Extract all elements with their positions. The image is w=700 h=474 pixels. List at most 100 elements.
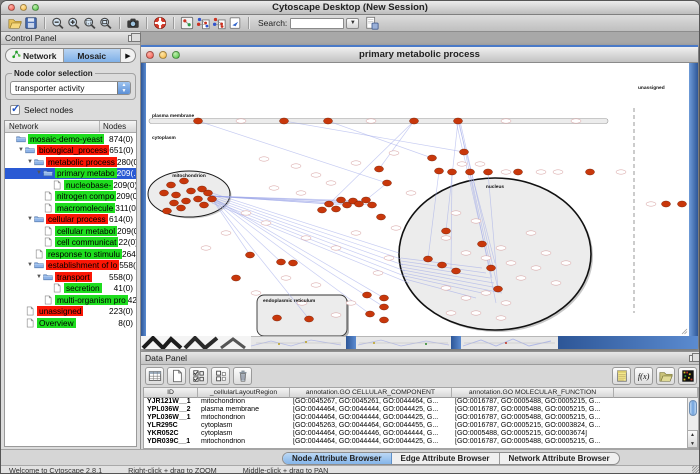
search-input[interactable] [290,18,344,29]
unselect-all-button[interactable] [211,367,230,385]
tree-item[interactable]: ▼establishment of lo558(0) [5,260,136,272]
tab-network-attribute-browser[interactable]: Network Attribute Browser [500,453,619,464]
node[interactable] [325,201,334,207]
node-label-chip[interactable] [553,170,563,174]
node-label-chip[interactable] [475,162,485,166]
table-column-header[interactable]: ID [144,388,198,398]
node-label-chip[interactable] [269,186,279,190]
import-attributes-button[interactable] [656,367,675,385]
tree-item[interactable]: cell communicat22(0) [5,237,136,249]
table-select-button[interactable] [145,367,164,385]
matrix-button[interactable] [678,367,697,385]
tree-item[interactable]: Overview8(0) [5,317,136,329]
node[interactable] [375,166,384,172]
node-label-chip[interactable] [389,151,399,155]
formula-button[interactable]: f(x) [634,367,653,385]
expand-triangle-icon[interactable]: ▼ [35,274,43,280]
network-canvas[interactable]: plasma membranecytoplasmmitochondrionnuc… [146,63,689,336]
table-row[interactable]: YJR121W__1mitochondrion[GO:0045267, GO:0… [144,398,698,406]
table-row[interactable]: YLR295Ccytoplasm[GO:0045263, GO:0044464,… [144,422,698,430]
expand-triangle-icon[interactable]: ▼ [26,159,34,165]
resize-grip[interactable] [692,466,700,474]
tree-item[interactable]: ▼cellular process614(0) [5,214,136,226]
node-label-chip[interactable] [516,276,526,280]
node[interactable] [662,201,671,207]
more-tabs-arrow[interactable]: ▶ [121,49,135,62]
node[interactable] [305,316,314,322]
node-label-chip[interactable] [331,313,341,317]
table-column-header[interactable]: _cellularLayoutRegion [198,388,290,398]
node[interactable] [410,118,419,124]
tree-item[interactable]: ▼biological_process651(0) [5,145,136,157]
node-label-chip[interactable] [471,311,481,315]
node[interactable] [435,168,444,174]
session-save-button[interactable] [364,16,380,31]
node-label-chip[interactable] [384,256,394,260]
node-label-chip[interactable] [571,119,581,123]
node-label-chip[interactable] [201,246,211,250]
plasma-membrane-region[interactable] [149,119,608,124]
node[interactable] [172,192,181,198]
tree-item[interactable]: multi-organism pro42(0) [5,294,136,306]
edge[interactable] [328,121,432,158]
column-header-network[interactable]: Network [5,121,100,132]
help-button[interactable] [152,16,168,31]
expand-triangle-icon[interactable]: ▼ [26,216,34,222]
table-row[interactable]: YPL036W__2plasma membrane[GO:0044464, GO… [144,406,698,414]
node-label-chip[interactable] [501,170,511,174]
tab-node-attribute-browser[interactable]: Node Attribute Browser [283,453,392,464]
node[interactable] [487,265,496,271]
node-label-chip[interactable] [541,251,551,255]
edge[interactable] [210,196,281,262]
column-header-nodes[interactable]: Nodes [100,121,136,132]
tree-item[interactable]: response to stimulu264(0) [5,248,136,260]
node-label-chip[interactable] [501,119,511,123]
node[interactable] [366,311,375,317]
node[interactable] [273,315,282,321]
tree-item[interactable]: cellular metabol209(0) [5,225,136,237]
expand-triangle-icon[interactable]: ▼ [17,147,25,153]
node-label-chip[interactable] [311,173,321,177]
expand-triangle-icon[interactable]: ▼ [26,262,34,268]
node-label-chip[interactable] [531,266,541,270]
node[interactable] [428,155,437,161]
node[interactable] [204,190,213,196]
node[interactable] [454,118,463,124]
node[interactable] [246,252,255,258]
node-label-chip[interactable] [471,219,481,223]
edge[interactable] [210,196,384,298]
tree-item[interactable]: nucleobase-209(0) [5,179,136,191]
table-column-header[interactable]: annotation.GO MOLECULAR_FUNCTION [452,388,614,398]
node[interactable] [324,118,333,124]
node-label-chip[interactable] [461,296,471,300]
node[interactable] [380,317,389,323]
node-label-chip[interactable] [351,161,361,165]
destroy-network-button[interactable] [211,16,227,31]
float-panel-icon[interactable] [128,35,136,42]
node[interactable] [478,241,487,247]
node[interactable] [438,262,447,268]
node[interactable] [368,202,377,208]
select-all-button[interactable] [189,367,208,385]
node[interactable] [424,256,433,262]
delete-attribute-button[interactable] [233,367,252,385]
tree-item[interactable]: ▼metabolic process280(0) [5,156,136,168]
node-label-chip[interactable] [391,226,401,230]
zoom-fit-button[interactable] [98,16,114,31]
node[interactable] [337,197,346,203]
node-label-chip[interactable] [501,301,511,305]
node-label-chip[interactable] [351,231,361,235]
node[interactable] [332,206,341,212]
edge[interactable] [284,121,464,152]
tree-item[interactable]: ▼transport558(0) [5,271,136,283]
node-label-chip[interactable] [646,202,656,206]
node-label-chip[interactable] [259,157,269,161]
node[interactable] [380,304,389,310]
node[interactable] [380,295,389,301]
zoom-out-button[interactable] [50,16,66,31]
node-label-chip[interactable] [616,170,626,174]
network-from-selection-button[interactable] [195,16,211,31]
open-button[interactable] [7,16,23,31]
node[interactable] [514,169,523,175]
node[interactable] [460,149,469,155]
